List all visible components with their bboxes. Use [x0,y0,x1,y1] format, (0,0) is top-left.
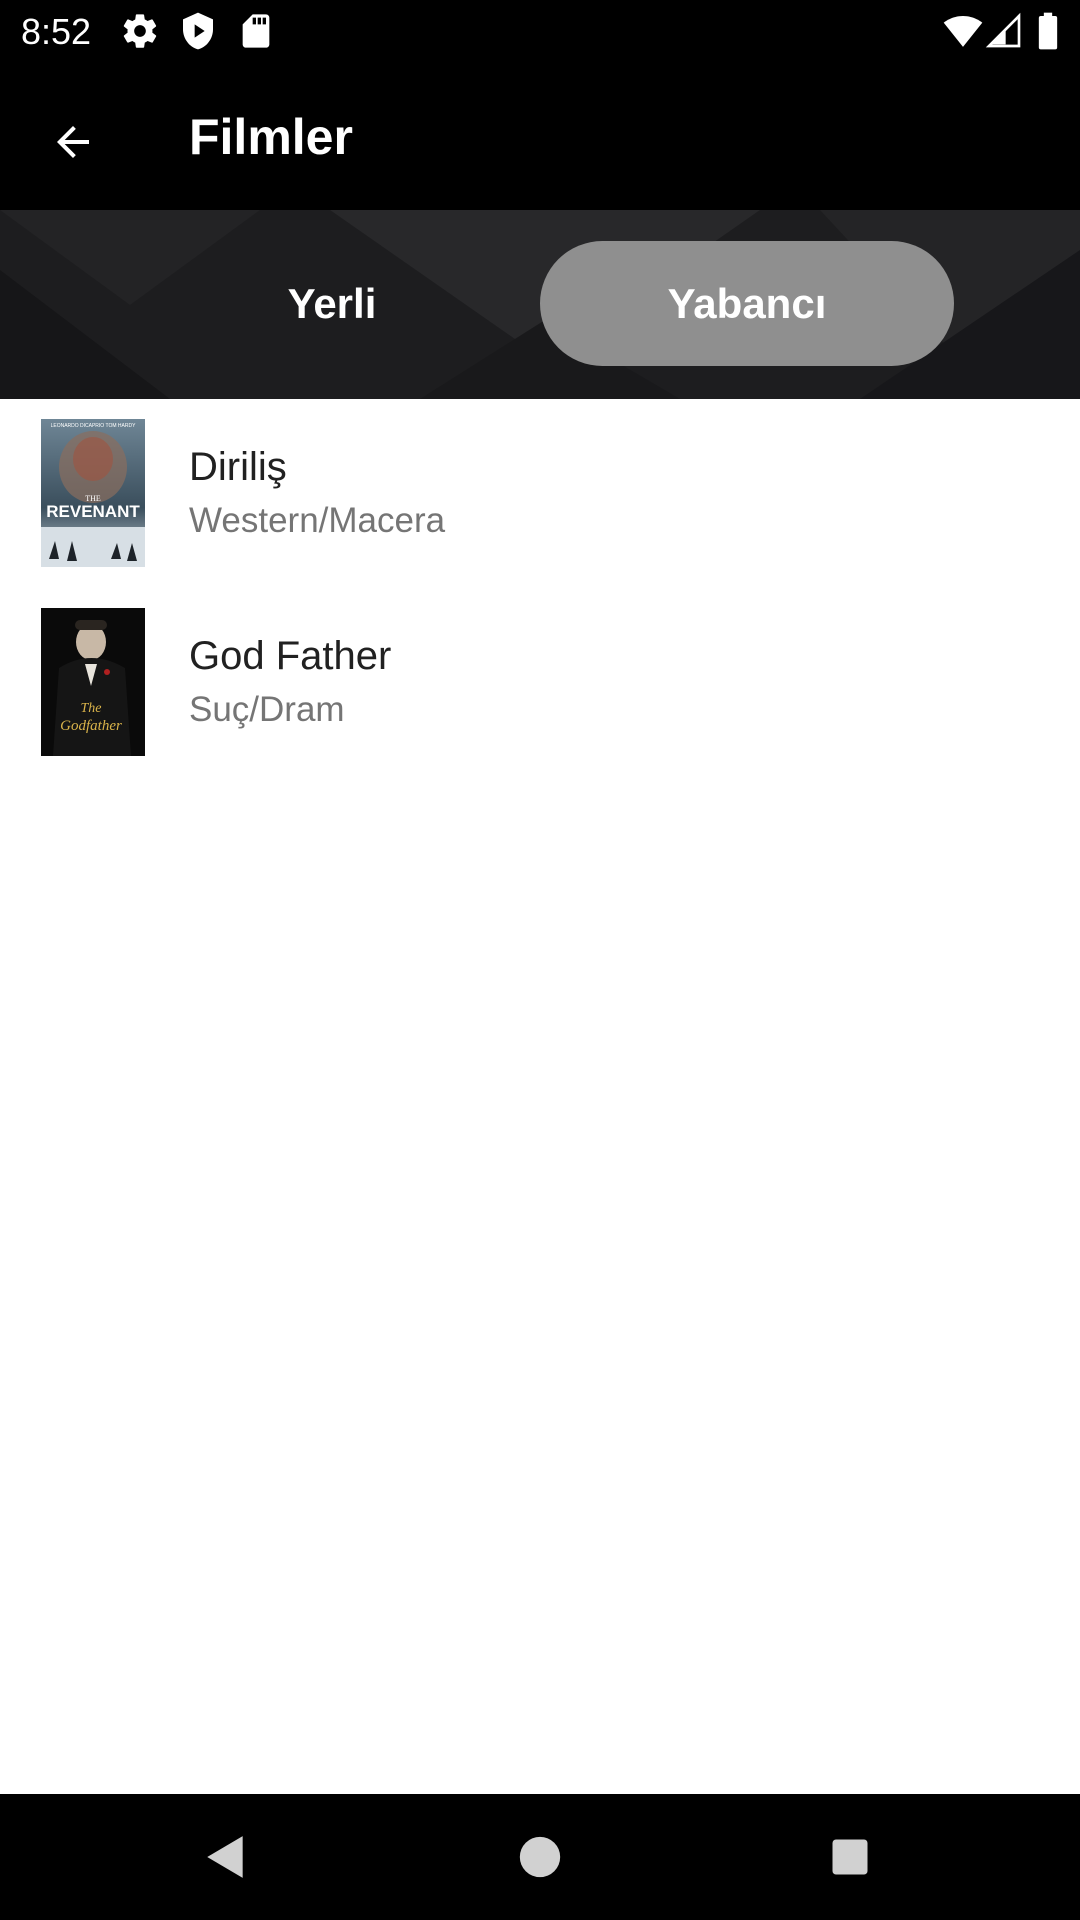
cell-signal-icon [984,11,1024,51]
recents-square-icon [832,1839,868,1875]
status-bar: 8:52 [0,0,1080,63]
back-button[interactable] [34,103,112,181]
list-item[interactable]: The Godfather God Father Suç/Dram [0,588,1080,777]
screen: 8:52 Filmler Yerli Yabancı LEONARDO DICA… [0,0,1080,1920]
arrow-back-icon [57,126,89,158]
svg-text:LEONARDO DICAPRIO TOM HARDY: LEONARDO DICAPRIO TOM HARDY [51,423,136,429]
tab-yerli[interactable]: Yerli [125,241,539,366]
sd-card-icon [236,11,276,51]
list-item[interactable]: LEONARDO DICAPRIO TOM HARDY THE REVENANT… [0,399,1080,588]
battery-icon [1030,11,1070,51]
wifi-icon [942,11,983,51]
navigation-bar [0,1794,1080,1920]
nav-home-button[interactable] [500,1817,580,1897]
poster-godfather: The Godfather [41,608,145,756]
back-triangle-icon [207,1836,243,1878]
settings-gear-icon [120,11,160,51]
home-circle-icon [519,1836,561,1878]
status-time: 8:52 [21,11,92,52]
svg-text:Godfather: Godfather [60,718,122,734]
movie-genre: Western/Macera [189,501,446,540]
tab-header: Yerli Yabancı [0,210,1080,399]
movie-genre: Suç/Dram [189,690,345,729]
nav-recents-button[interactable] [810,1817,890,1897]
shield-play-icon [178,11,218,51]
page-title: Filmler [189,109,353,165]
svg-text:The: The [81,701,102,716]
tab-yabanci[interactable]: Yabancı [540,241,954,366]
movie-title: Diriliş [189,445,287,489]
movie-title: God Father [189,634,392,678]
nav-back-button[interactable] [186,1817,266,1897]
app-bar: Filmler [0,63,1080,210]
poster-revenant: LEONARDO DICAPRIO TOM HARDY THE REVENANT [41,419,145,567]
svg-text:REVENANT: REVENANT [46,502,140,521]
